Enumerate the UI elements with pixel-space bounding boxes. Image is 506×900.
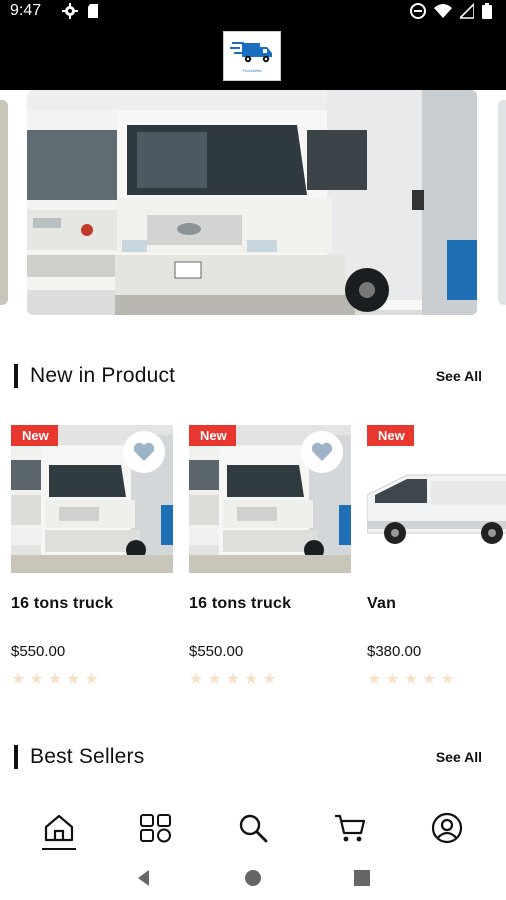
product-name[interactable]: Van [367, 595, 506, 613]
star-icon: ★ [422, 671, 437, 688]
nav-cart[interactable] [328, 806, 372, 850]
star-icon: ★ [440, 671, 455, 688]
product-image[interactable]: New [11, 425, 173, 573]
star-icon: ★ [403, 671, 419, 688]
sd-card-icon [88, 4, 98, 18]
new-badge: New [11, 425, 58, 446]
nav-search[interactable] [231, 806, 275, 850]
favorite-button[interactable] [123, 431, 165, 473]
van-thumbnail [367, 425, 506, 573]
heart-icon [311, 442, 333, 461]
star-icon: ★ [225, 671, 241, 688]
section-accent-bar [14, 745, 18, 769]
star-icon: ★ [66, 671, 81, 688]
star-icon: ★ [385, 671, 400, 688]
product-card[interactable]: New Van $380.00 ★ ★ ★ ★ ★ [367, 425, 506, 688]
product-name[interactable]: 16 tons truck [189, 595, 351, 613]
see-all-best-sellers-button[interactable]: See All [436, 749, 482, 765]
new-badge: New [367, 425, 414, 446]
recents-icon[interactable] [352, 868, 372, 888]
app-logo[interactable]: TruckWeb [223, 31, 281, 81]
star-icon: ★ [11, 671, 26, 688]
search-icon [239, 814, 268, 843]
new-products-header: New in Product See All [14, 361, 492, 391]
star-icon: ★ [367, 671, 382, 688]
signal-icon [460, 3, 474, 19]
new-badge: New [189, 425, 236, 446]
star-icon: ★ [29, 671, 44, 688]
status-time: 9:47 [10, 2, 42, 19]
favorite-button[interactable] [301, 431, 343, 473]
product-card[interactable]: New 16 tons truck $550.00 ★ ★ ★ ★ ★ [11, 425, 173, 688]
rating-stars: ★ ★ ★ ★ ★ [11, 672, 173, 688]
product-name[interactable]: 16 tons truck [11, 595, 173, 613]
bottom-nav [0, 800, 506, 856]
logo-text: TruckWeb [242, 68, 262, 73]
star-icon: ★ [207, 671, 222, 688]
carousel-prev-slide[interactable] [0, 100, 8, 305]
section-title: New in Product [30, 364, 176, 387]
carousel-slide[interactable] [27, 90, 477, 315]
gear-icon [62, 3, 78, 19]
star-icon: ★ [262, 671, 277, 688]
back-icon[interactable] [134, 868, 154, 888]
star-icon: ★ [47, 671, 63, 688]
section-accent-bar [14, 364, 18, 388]
app-header: TruckWeb [0, 24, 506, 90]
nav-profile[interactable] [425, 806, 469, 850]
wifi-icon [434, 4, 452, 18]
system-nav-bar [0, 856, 506, 900]
categories-icon [139, 814, 171, 843]
heart-icon [133, 442, 155, 461]
truck-photo [27, 90, 477, 315]
battery-icon [482, 3, 492, 19]
star-icon: ★ [189, 671, 204, 688]
best-sellers-header: Best Sellers See All [14, 742, 492, 772]
star-icon: ★ [244, 671, 259, 688]
product-image[interactable]: New [367, 425, 506, 573]
product-price: $550.00 [189, 643, 244, 660]
home-button-icon[interactable] [243, 868, 263, 888]
new-products-list[interactable]: New 16 tons truck $550.00 ★ ★ ★ ★ ★ New … [0, 425, 506, 705]
see-all-new-products-button[interactable]: See All [436, 368, 482, 384]
banner-carousel[interactable] [0, 90, 506, 320]
product-card[interactable]: New 16 tons truck $550.00 ★ ★ ★ ★ ★ [189, 425, 351, 688]
nav-categories[interactable] [134, 806, 178, 850]
home-icon [44, 814, 73, 842]
rating-stars: ★ ★ ★ ★ ★ [189, 672, 351, 688]
product-image[interactable]: New [189, 425, 351, 573]
star-icon: ★ [84, 671, 99, 688]
nav-home[interactable] [37, 806, 81, 850]
profile-icon [432, 812, 463, 844]
section-title: Best Sellers [30, 745, 145, 768]
truck-logo-icon [230, 42, 272, 63]
rating-stars: ★ ★ ★ ★ ★ [367, 672, 506, 688]
product-price: $550.00 [11, 643, 66, 660]
carousel-next-slide[interactable] [498, 100, 506, 305]
active-indicator [41, 848, 76, 850]
cart-icon [335, 814, 366, 842]
dnd-icon [410, 3, 426, 19]
product-price: $380.00 [367, 643, 422, 660]
status-bar: 9:47 [0, 0, 506, 24]
